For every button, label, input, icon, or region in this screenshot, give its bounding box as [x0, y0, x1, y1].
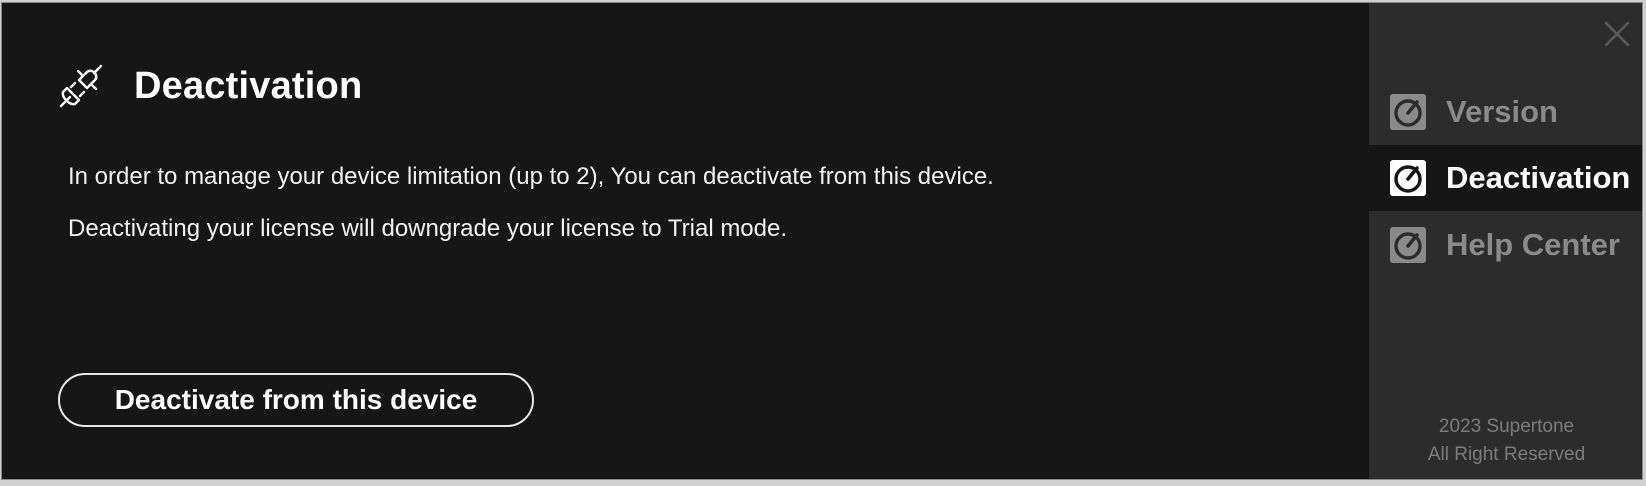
dial-icon: [1390, 94, 1426, 130]
sidebar-item-version[interactable]: Version: [1369, 79, 1642, 145]
sidebar: Version Deactivation Help Center 2023 Su…: [1369, 3, 1642, 479]
page-title: Deactivation: [134, 64, 363, 107]
title-row: Deactivation: [58, 61, 362, 111]
copyright-footer: 2023 Supertone All Right Reserved: [1369, 413, 1642, 469]
copyright-line-2: All Right Reserved: [1427, 444, 1586, 465]
sidebar-item-label: Help Center: [1446, 227, 1620, 262]
dial-icon: [1390, 227, 1426, 263]
deactivate-button[interactable]: Deactivate from this device: [58, 373, 534, 427]
main-panel: Deactivation In order to manage your dev…: [2, 3, 1367, 479]
sidebar-item-label: Version: [1446, 94, 1558, 129]
plug-icon: [58, 63, 104, 109]
sidebar-item-label: Deactivation: [1446, 160, 1631, 195]
copyright-line-1: 2023 Supertone: [1438, 416, 1575, 437]
description-line-2: Deactivating your license will downgrade…: [68, 215, 788, 242]
sidebar-item-deactivation[interactable]: Deactivation: [1369, 145, 1642, 211]
dial-icon: [1390, 160, 1426, 196]
close-icon[interactable]: [1602, 19, 1632, 49]
sidebar-item-help-center[interactable]: Help Center: [1369, 212, 1642, 278]
description-line-1: In order to manage your device limitatio…: [68, 163, 994, 190]
settings-window: Deactivation In order to manage your dev…: [1, 2, 1643, 480]
